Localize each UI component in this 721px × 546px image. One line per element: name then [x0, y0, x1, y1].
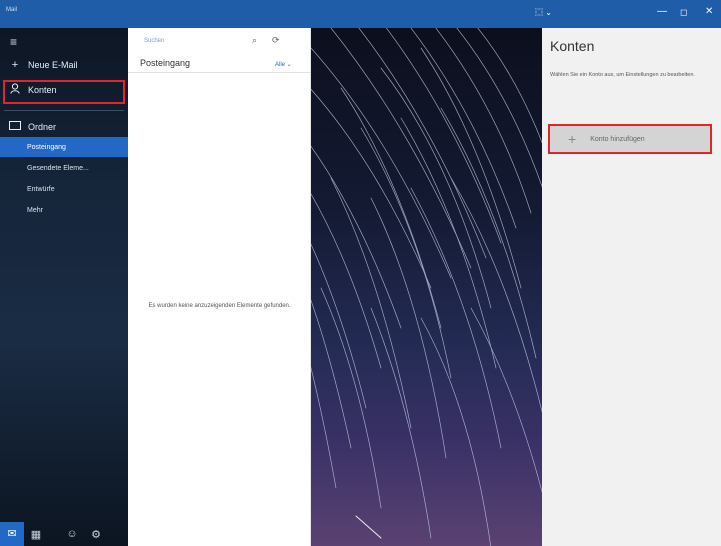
add-account-button[interactable]: + Konto hinzufügen [548, 124, 712, 154]
title-bar: Mail ⿴ ⌄ — ◻ ✕ [0, 0, 721, 28]
calendar-icon[interactable]: ▦ [24, 528, 48, 541]
new-mail-button[interactable]: + Neue E-Mail [0, 54, 128, 76]
inbox-title: Posteingang [140, 58, 191, 68]
accounts-label: Konten [28, 85, 57, 95]
folder-item-more[interactable]: Mehr [0, 200, 128, 220]
accounts-pane-title: Konten [550, 38, 595, 54]
plus-icon: + [568, 131, 577, 147]
minimize-button[interactable]: — [657, 7, 667, 17]
folder-icon [6, 121, 24, 133]
sync-icon[interactable]: ⟳ [272, 35, 280, 46]
navigation-pane: ≡ + Neue E-Mail Konten Ordner Posteingan… [0, 28, 128, 546]
feedback-smiley-icon[interactable]: ☺ [60, 528, 84, 540]
inbox-header: Posteingang Alle ⌄ [128, 53, 311, 73]
new-mail-label: Neue E-Mail [28, 60, 78, 70]
folders-label: Ordner [28, 122, 57, 132]
folder-item-drafts[interactable]: Entwürfe [0, 179, 128, 199]
message-list-pane: Suchen ⌕ ⟳ Posteingang Alle ⌄ Es wurden … [128, 28, 311, 546]
folder-item-inbox[interactable]: Posteingang [0, 137, 128, 157]
app-switcher-bar: ✉ ▦ ☺ ⚙ [0, 522, 128, 546]
gear-icon[interactable]: ⚙ [84, 528, 108, 541]
add-account-label: Konto hinzufügen [590, 135, 645, 143]
folders-button[interactable]: Ordner [0, 116, 128, 138]
filter-dropdown[interactable]: Alle ⌄ [275, 61, 292, 68]
mail-icon[interactable]: ✉ [0, 522, 24, 546]
accounts-pane: Konten Wählen Sie ein Konto aus, um Eins… [542, 28, 721, 546]
background-image [311, 28, 542, 546]
accounts-pane-description: Wählen Sie ein Konto aus, um Einstellung… [550, 72, 695, 78]
search-box[interactable]: Suchen ⌕ ⟳ [134, 33, 305, 49]
star-trails-image [311, 28, 542, 546]
maximize-button[interactable]: ◻ [680, 7, 687, 17]
app-title: Mail [6, 7, 18, 13]
folder-item-sent[interactable]: Gesendete Eleme... [0, 158, 128, 178]
search-icon[interactable]: ⌕ [252, 35, 257, 46]
nav-divider [4, 110, 124, 111]
empty-list-message: Es wurden keine anzuzeigenden Elemente g… [148, 303, 291, 309]
tablet-mode-button[interactable]: ⿴ ⌄ [535, 7, 552, 18]
close-button[interactable]: ✕ [705, 7, 713, 17]
person-icon [6, 83, 24, 97]
hamburger-menu-icon[interactable]: ≡ [10, 35, 17, 49]
accounts-button[interactable]: Konten [0, 79, 128, 101]
plus-icon: + [11, 59, 19, 71]
search-input[interactable]: Suchen [144, 38, 164, 44]
